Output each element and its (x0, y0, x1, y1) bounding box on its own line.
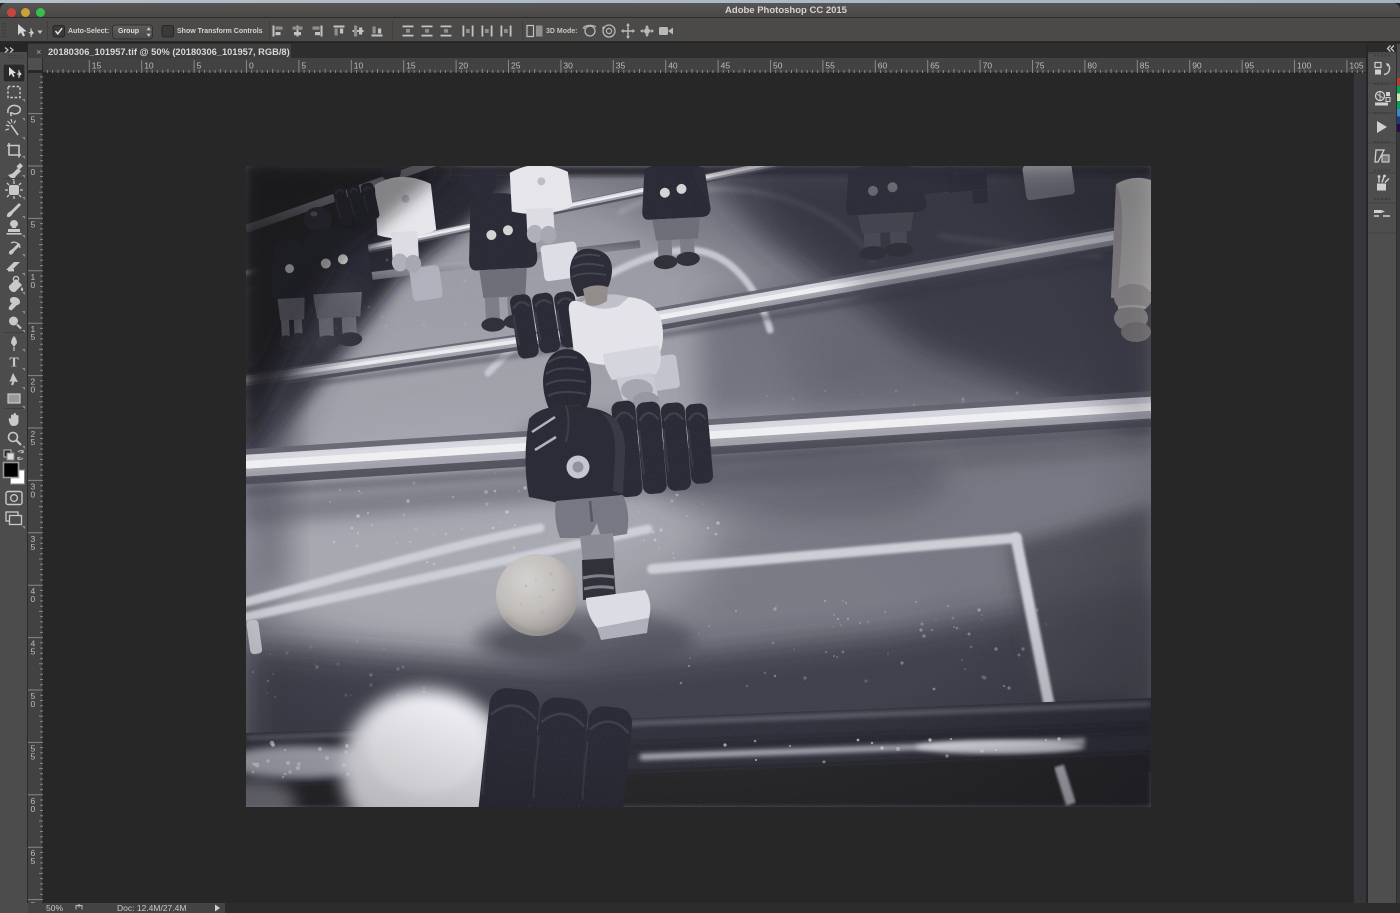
svg-text:5: 5 (31, 542, 36, 552)
svg-text:70: 70 (983, 61, 993, 71)
svg-text:0: 0 (31, 489, 36, 499)
svg-text:45: 45 (721, 61, 731, 71)
svg-text:0: 0 (249, 61, 254, 71)
svg-text:5: 5 (197, 61, 202, 71)
svg-text:15: 15 (92, 61, 102, 71)
svg-text:0: 0 (31, 594, 36, 604)
svg-text:10: 10 (354, 61, 364, 71)
svg-text:60: 60 (878, 61, 888, 71)
svg-text:20: 20 (459, 61, 469, 71)
svg-text:5: 5 (301, 61, 306, 71)
svg-text:85: 85 (1140, 61, 1150, 71)
svg-text:0: 0 (31, 385, 36, 395)
svg-text:0: 0 (31, 167, 36, 177)
svg-text:0: 0 (31, 804, 36, 814)
svg-text:10: 10 (144, 61, 154, 71)
svg-text:T: T (9, 356, 19, 371)
svg-text:5: 5 (31, 751, 36, 761)
svg-text:5: 5 (31, 219, 36, 229)
svg-text:15: 15 (406, 61, 416, 71)
svg-text:5: 5 (31, 437, 36, 447)
svg-text:100: 100 (1297, 61, 1311, 71)
svg-text:5: 5 (31, 115, 36, 125)
svg-text:5: 5 (31, 647, 36, 657)
svg-text:80: 80 (1087, 61, 1097, 71)
svg-text:5: 5 (31, 332, 36, 342)
svg-text:25: 25 (511, 61, 521, 71)
svg-text:30: 30 (563, 61, 573, 71)
svg-text:5: 5 (31, 856, 36, 866)
svg-text:0: 0 (31, 699, 36, 709)
svg-text:95: 95 (1245, 61, 1255, 71)
svg-text:105: 105 (1349, 61, 1363, 71)
svg-text:35: 35 (616, 61, 626, 71)
svg-text:50: 50 (773, 61, 783, 71)
svg-text:0: 0 (31, 280, 36, 290)
svg-text:40: 40 (668, 61, 678, 71)
svg-text:90: 90 (1192, 61, 1202, 71)
svg-text:75: 75 (1035, 61, 1045, 71)
svg-text:65: 65 (930, 61, 940, 71)
svg-text:55: 55 (825, 61, 835, 71)
